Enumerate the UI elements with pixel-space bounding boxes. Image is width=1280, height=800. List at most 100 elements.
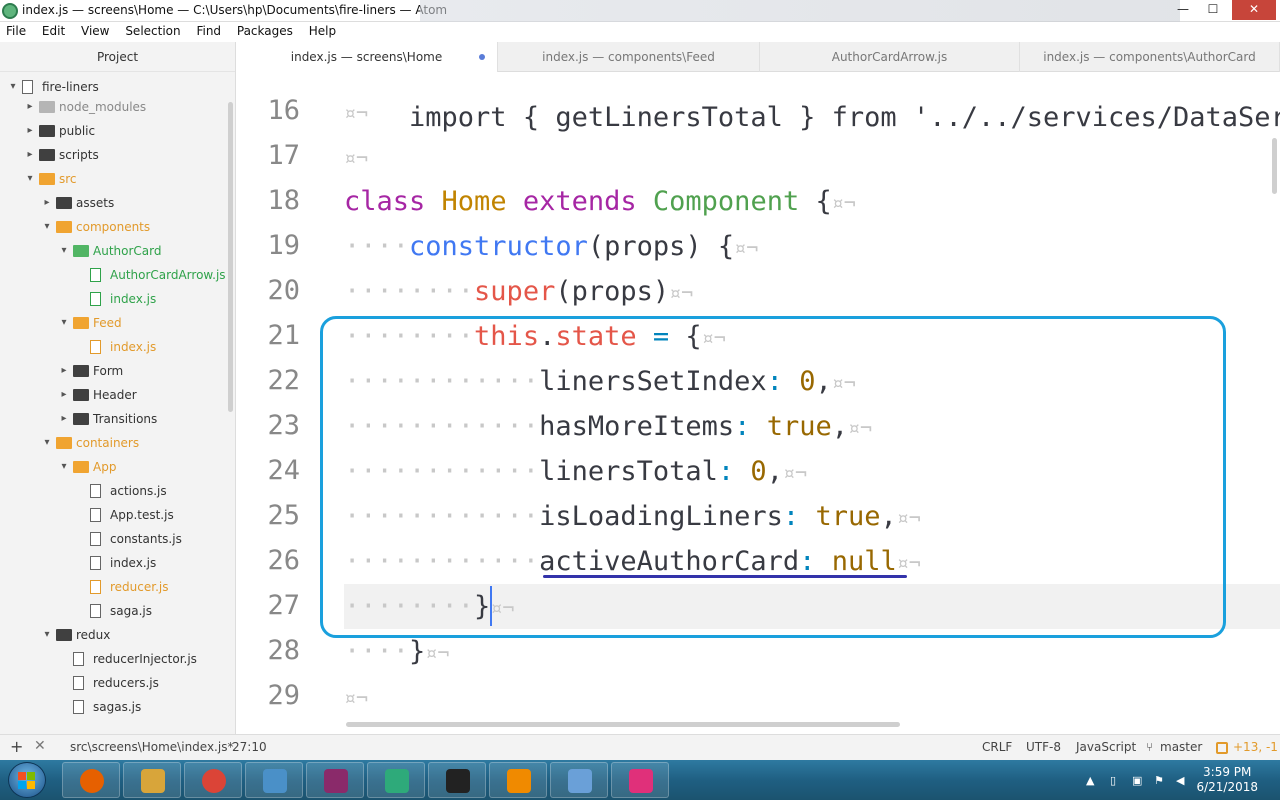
line-number[interactable]: 17 — [236, 140, 300, 171]
taskbar-paint-button[interactable] — [550, 762, 608, 798]
taskbar-vlc-button[interactable] — [489, 762, 547, 798]
line-number[interactable]: 23 — [236, 410, 300, 441]
chevron-down-icon[interactable]: ▾ — [42, 623, 52, 647]
tree-item-actions-js[interactable]: actions.js — [0, 479, 228, 503]
git-diff-status[interactable]: +13, -1 — [1233, 740, 1278, 754]
line-number[interactable]: 20 — [236, 275, 300, 306]
tree-item-redux[interactable]: ▾ redux — [0, 623, 228, 647]
volume-icon[interactable]: ◀ — [1176, 774, 1188, 787]
tree-item-node-modules[interactable]: ▸ node_modules — [0, 95, 228, 119]
cursor-position[interactable]: 27:10 — [232, 740, 267, 754]
file-icon — [90, 532, 101, 546]
menu-selection[interactable]: Selection — [119, 22, 186, 38]
line-number[interactable]: 21 — [236, 320, 300, 351]
tab-components-feed[interactable]: index.js — components\Feed — [498, 42, 760, 72]
chevron-down-icon[interactable]: ▾ — [42, 431, 52, 455]
code-editor[interactable]: import { getLinersTotal } from '../../se… — [236, 72, 1280, 734]
chevron-right-icon[interactable]: ▸ — [59, 359, 69, 383]
tab-components-authorcard[interactable]: index.js — components\AuthorCard — [1020, 42, 1280, 72]
tree-scrollbar[interactable] — [228, 102, 233, 412]
chevron-down-icon[interactable]: ▾ — [42, 215, 52, 239]
chevron-right-icon[interactable]: ▸ — [25, 95, 35, 119]
line-number[interactable]: 18 — [236, 185, 300, 216]
tree-item-app[interactable]: ▾ App — [0, 455, 228, 479]
chevron-right-icon[interactable]: ▸ — [25, 119, 35, 143]
close-icon[interactable]: ✕ — [34, 738, 46, 754]
tree-item-containers[interactable]: ▾ containers — [0, 431, 228, 455]
line-number[interactable]: 24 — [236, 455, 300, 486]
tree-item-constants-js[interactable]: constants.js — [0, 527, 228, 551]
chevron-right-icon[interactable]: ▸ — [25, 143, 35, 167]
line-number[interactable]: 29 — [236, 680, 300, 711]
line-number[interactable]: 19 — [236, 230, 300, 261]
taskbar-file-explorer-button[interactable] — [123, 762, 181, 798]
chevron-right-icon[interactable]: ▸ — [59, 383, 69, 407]
taskbar-atom-button[interactable] — [367, 762, 425, 798]
chevron-right-icon[interactable]: ▸ — [42, 191, 52, 215]
tree-item-header[interactable]: ▸ Header — [0, 383, 228, 407]
encoding-status[interactable]: UTF-8 — [1026, 740, 1061, 754]
clock[interactable]: 3:59 PM 6/21/2018 — [1196, 765, 1258, 795]
chevron-down-icon[interactable]: ▾ — [59, 239, 69, 263]
taskbar-app-button[interactable] — [611, 762, 669, 798]
taskbar-remote-desktop-button[interactable] — [245, 762, 303, 798]
line-number[interactable]: 22 — [236, 365, 300, 396]
chevron-down-icon[interactable]: ▾ — [59, 311, 69, 335]
tree-item-scripts[interactable]: ▸ scripts — [0, 143, 228, 167]
taskbar-firefox-button[interactable] — [62, 762, 120, 798]
flag-icon[interactable]: ⚑ — [1154, 774, 1166, 787]
file-path-status[interactable]: src\screens\Home\index.js* — [70, 740, 233, 754]
tree-item-reducer-js[interactable]: reducer.js — [0, 575, 228, 599]
tree-item-authorcard[interactable]: ▾ AuthorCard — [0, 239, 228, 263]
tree-item-src[interactable]: ▾ src — [0, 167, 228, 191]
start-button[interactable] — [8, 762, 46, 798]
chevron-down-icon[interactable]: ▾ — [59, 455, 69, 479]
menu-file[interactable]: File — [0, 22, 32, 38]
tree-item-public[interactable]: ▸ public — [0, 119, 228, 143]
tree-item-assets[interactable]: ▸ assets — [0, 191, 228, 215]
maximize-button[interactable]: ☐ — [1200, 0, 1226, 20]
tree-item-index-js[interactable]: index.js — [0, 551, 228, 575]
phone-icon[interactable]: ▯ — [1110, 774, 1122, 787]
horizontal-scrollbar[interactable] — [346, 722, 900, 727]
network-icon[interactable]: ▣ — [1132, 774, 1144, 787]
tree-item-app-test-js[interactable]: App.test.js — [0, 503, 228, 527]
chevron-right-icon[interactable]: ▸ — [59, 407, 69, 431]
tree-item-components[interactable]: ▾ components — [0, 215, 228, 239]
tab-screens-home[interactable]: index.js — screens\Home — [236, 42, 498, 72]
tab-authorcardarrow[interactable]: AuthorCardArrow.js — [760, 42, 1020, 72]
tree-item-reducerinjector-js[interactable]: reducerInjector.js — [0, 647, 228, 671]
line-number[interactable]: 27 — [236, 590, 300, 621]
line-number[interactable]: 25 — [236, 500, 300, 531]
tree-item-reducers-js[interactable]: reducers.js — [0, 671, 228, 695]
taskbar-winrar-button[interactable] — [306, 762, 364, 798]
line-number[interactable]: 26 — [236, 545, 300, 576]
chevron-down-icon[interactable]: ▾ — [25, 167, 35, 191]
vertical-scrollbar[interactable] — [1272, 138, 1277, 194]
grammar-status[interactable]: JavaScript — [1076, 740, 1136, 754]
taskbar-chrome-button[interactable] — [184, 762, 242, 798]
menu-packages[interactable]: Packages — [231, 22, 299, 38]
tree-item-form[interactable]: ▸ Form — [0, 359, 228, 383]
taskbar-cmd-button[interactable] — [428, 762, 486, 798]
git-branch-status[interactable]: master — [1160, 740, 1202, 754]
line-ending-status[interactable]: CRLF — [982, 740, 1012, 754]
show-hidden-icons-icon[interactable]: ▲ — [1086, 774, 1098, 787]
line-number[interactable]: 16 — [236, 95, 300, 126]
tree-item-index-js[interactable]: index.js — [0, 335, 228, 359]
tree-item-saga-js[interactable]: saga.js — [0, 599, 228, 623]
line-number[interactable]: 28 — [236, 635, 300, 666]
tree-item-sagas-js[interactable]: sagas.js — [0, 695, 228, 719]
add-icon[interactable]: + — [10, 737, 23, 756]
menu-help[interactable]: Help — [303, 22, 342, 38]
tree-item-index-js[interactable]: index.js — [0, 287, 228, 311]
tree-item-feed[interactable]: ▾ Feed — [0, 311, 228, 335]
minimize-button[interactable]: — — [1170, 0, 1196, 20]
folder-icon — [39, 173, 55, 185]
menu-find[interactable]: Find — [190, 22, 227, 38]
menu-view[interactable]: View — [75, 22, 115, 38]
close-button[interactable]: ✕ — [1232, 0, 1276, 20]
tree-item-authorcardarrow-js[interactable]: AuthorCardArrow.js — [0, 263, 228, 287]
menu-edit[interactable]: Edit — [36, 22, 71, 38]
tree-item-transitions[interactable]: ▸ Transitions — [0, 407, 228, 431]
